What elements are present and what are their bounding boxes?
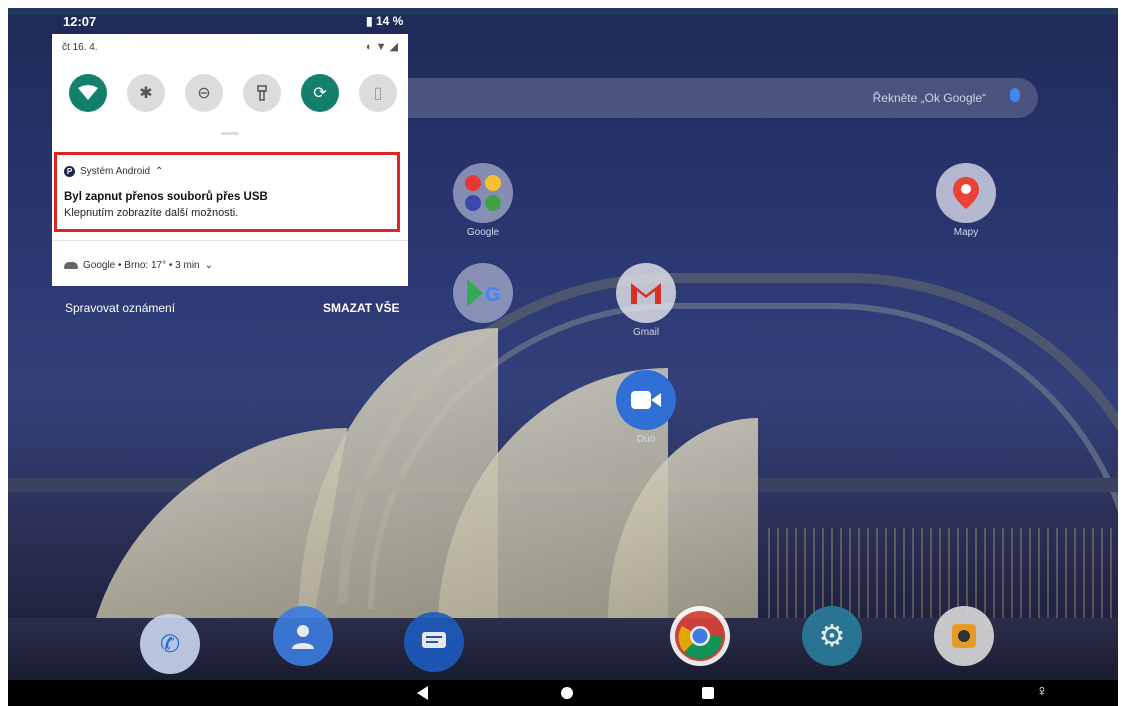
recents-icon[interactable] [702,687,714,699]
home-screen: 12:07 ▮ 14 % Řekněte „Ok Google“ Google … [8,8,1118,706]
qs-date: čt 16. 4. [62,42,98,53]
battery-percent: 14 % [375,14,404,28]
qs-drag-handle[interactable] [221,132,239,135]
notification-app-name: Systém Android [80,166,151,177]
chevron-down-icon[interactable]: ⌄ [205,260,213,271]
chrome-app-icon[interactable] [670,606,730,666]
chevron-up-icon[interactable]: ⌃ [155,166,163,177]
wallpaper-city-lights [768,528,1118,618]
wifi-signal-icon: ▼ [375,41,387,53]
top-edge [8,8,1118,15]
google-search-bar[interactable]: Řekněte „Ok Google“ [403,78,1038,118]
flashlight-tile-icon[interactable] [243,74,281,112]
gmail-icon [616,263,676,323]
search-hint: Řekněte „Ok Google“ [872,91,986,105]
google-folder-icon [453,163,513,223]
qs-tiles: ✱ ⊖ ⟳ ▯ [69,74,397,112]
maps-icon [936,163,996,223]
camera-app-icon[interactable] [934,606,994,666]
google-notification-summary: Google • Brno: 17° • 3 min [83,260,200,271]
back-icon[interactable] [417,686,428,700]
vibrate-icon: ◐ [365,41,373,53]
bluetooth-tile-icon[interactable]: ✱ [127,74,165,112]
app-folder-google[interactable]: Google [451,163,515,238]
app-label: Mapy [953,227,979,238]
qs-status-icons: ◐ ▼ ◢ [366,40,398,53]
app-label: Duo [636,434,656,445]
auto-rotate-tile-icon[interactable]: ⟳ [301,74,339,112]
phone-app-icon[interactable]: ✆ [140,614,200,674]
notification-title[interactable]: Byl zapnut přenos souborů přes USB [64,191,268,203]
wifi-tile-icon[interactable] [69,74,107,112]
do-not-disturb-tile-icon[interactable]: ⊖ [185,74,223,112]
navigation-bar: ♀ [8,680,1118,706]
contacts-app-icon[interactable] [273,606,333,666]
mic-icon[interactable] [1010,88,1020,102]
notification-list: P Systém Android ⌃ Byl zapnut přenos sou… [52,152,408,286]
manage-notifications-link[interactable]: Spravovat oznámení [65,301,175,315]
cloud-icon [64,262,78,269]
app-label: Gmail [632,327,660,338]
settings-app-icon[interactable]: ⚙ [802,606,862,666]
android-system-icon: P [64,166,75,177]
app-duo[interactable]: Duo [614,370,678,445]
notification-body[interactable]: Klepnutím zobrazíte další možnosti. [64,207,238,219]
cell-signal-icon: ◢ [389,41,398,53]
play-store-folder-icon: G [453,263,513,323]
quick-settings-panel: čt 16. 4. ◐ ▼ ◢ ✱ ⊖ ⟳ ▯ [52,34,408,152]
battery-saver-tile-icon[interactable]: ▯ [359,74,397,112]
app-maps[interactable]: Mapy [934,163,998,238]
duo-icon [616,370,676,430]
notification-header[interactable]: P Systém Android ⌃ [64,166,163,177]
battery-status: ▮ 14 % [366,14,404,28]
app-gmail[interactable]: Gmail [614,263,678,338]
divider [52,240,408,241]
messages-app-icon[interactable] [404,612,464,672]
status-time: 12:07 [63,14,97,29]
home-icon[interactable] [561,687,573,699]
accessibility-icon[interactable]: ♀ [1036,683,1048,701]
clear-all-button[interactable]: SMAZAT VŠE [323,301,399,315]
svg-text:G: G [485,284,501,306]
app-folder-play[interactable]: G [451,263,515,327]
app-label: Google [466,227,500,238]
google-notification[interactable]: Google • Brno: 17° • 3 min ⌄ [64,260,213,271]
